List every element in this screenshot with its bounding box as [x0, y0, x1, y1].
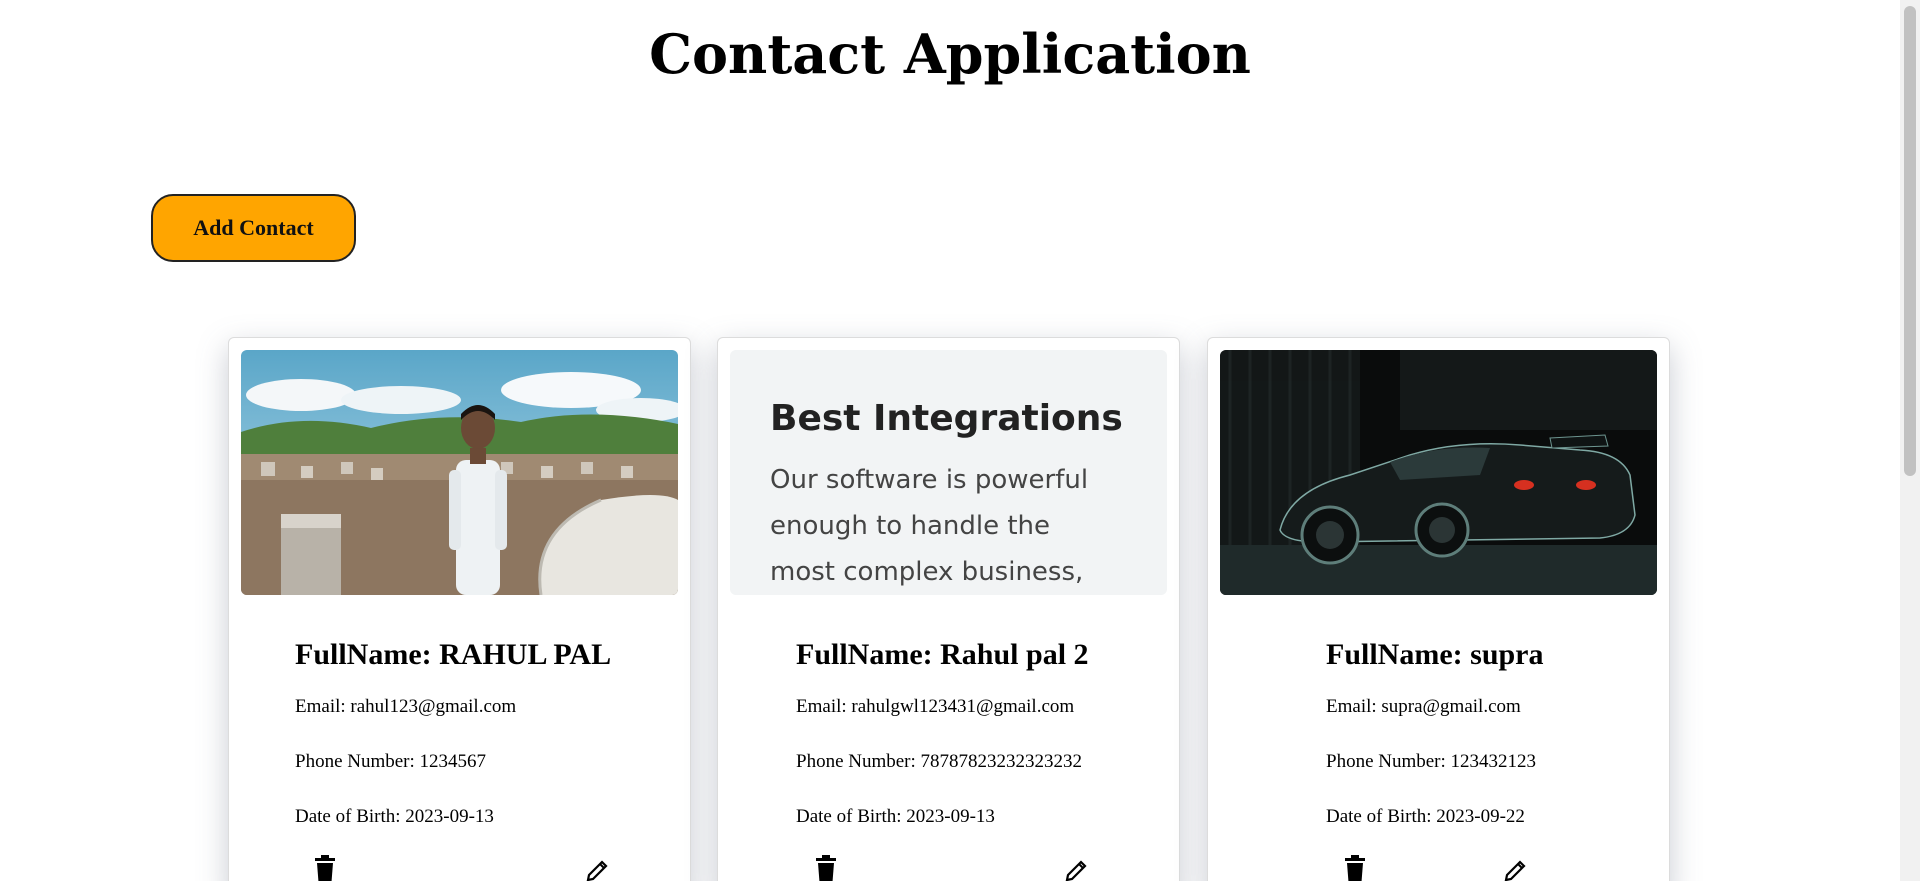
contact-info: FullName: supra Email: supra@gmail.com P…: [1326, 638, 1544, 861]
vertical-scrollbar[interactable]: [1900, 0, 1920, 881]
trash-icon[interactable]: [812, 854, 840, 881]
contact-card: FullName: RAHUL PAL Email: rahul123@gmai…: [228, 337, 691, 881]
contact-dob: Date of Birth: 2023-09-13: [295, 806, 494, 827]
contact-name: FullName: supra: [1326, 638, 1544, 671]
contact-email: Email: rahulgwl123431@gmail.com: [796, 696, 1075, 717]
contact-dob: Date of Birth: 2023-09-22: [1326, 806, 1525, 827]
trash-icon[interactable]: [1341, 854, 1369, 881]
page-title: Contact Application: [649, 22, 1251, 86]
integrations-graphic: Best Integrations Our software is powerf…: [730, 350, 1167, 595]
pencil-icon[interactable]: [1063, 854, 1091, 881]
contact-card: FullName: supra Email: supra@gmail.com P…: [1207, 337, 1670, 881]
trash-icon[interactable]: [311, 854, 339, 881]
add-contact-button[interactable]: Add Contact: [151, 194, 356, 262]
contact-name: FullName: RAHUL PAL: [295, 638, 612, 671]
contact-phone: Phone Number: 1234567: [295, 751, 487, 772]
contact-name: FullName: Rahul pal 2: [796, 638, 1089, 671]
contact-card: Best Integrations Our software is powerf…: [717, 337, 1180, 881]
contact-list: FullName: RAHUL PAL Email: rahul123@gmai…: [228, 337, 1670, 881]
contact-phone: Phone Number: 123432123: [1326, 751, 1537, 772]
pencil-icon[interactable]: [1502, 854, 1530, 881]
scrollbar-thumb[interactable]: [1904, 6, 1916, 476]
pencil-icon[interactable]: [584, 854, 612, 881]
contact-dob: Date of Birth: 2023-09-13: [796, 806, 995, 827]
contact-phone: Phone Number: 78787823232323232: [796, 751, 1083, 772]
contact-info: FullName: Rahul pal 2 Email: rahulgwl123…: [796, 638, 1089, 861]
contact-photo: [241, 350, 678, 595]
contact-email: Email: supra@gmail.com: [1326, 696, 1521, 717]
contact-email: Email: rahul123@gmail.com: [295, 696, 517, 717]
page: Contact Application Add Contact FullName…: [0, 0, 1900, 881]
contact-photo: Best Integrations Our software is powerf…: [730, 350, 1167, 595]
contact-photo: [1220, 350, 1657, 595]
contact-info: FullName: RAHUL PAL Email: rahul123@gmai…: [295, 638, 611, 861]
